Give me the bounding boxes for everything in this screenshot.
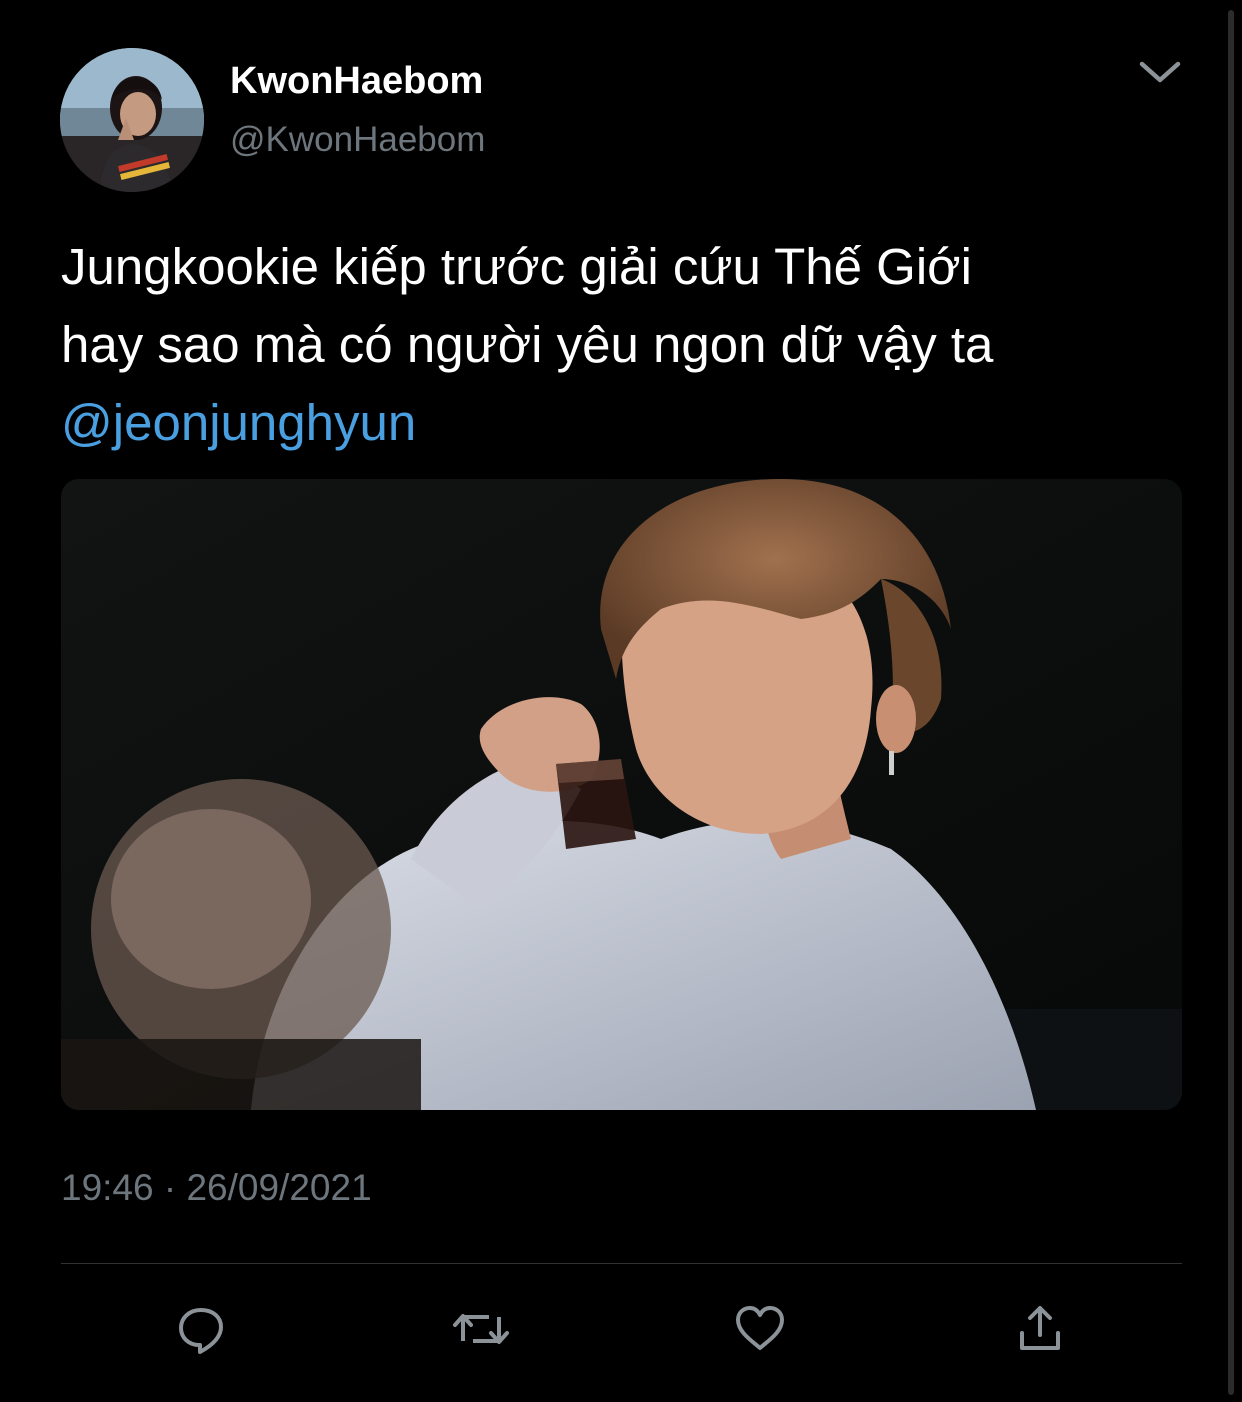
like-button[interactable] xyxy=(725,1294,795,1364)
avatar-photo xyxy=(60,48,204,192)
share-icon xyxy=(1020,1306,1060,1350)
tweet-detail: KwonHaebom @KwonHaebom Jungkookie kiếp t… xyxy=(0,0,1242,1402)
author-display-name[interactable]: KwonHaebom xyxy=(230,58,483,104)
tweet-action-bar xyxy=(61,1294,1182,1364)
tweet-menu-button[interactable] xyxy=(1134,52,1186,92)
tweet-text-line-2: hay sao mà có người yêu ngon dữ vậy ta xyxy=(61,316,994,373)
retweet-icon xyxy=(453,1314,509,1344)
share-button[interactable] xyxy=(1005,1294,1075,1364)
author-handle[interactable]: @KwonHaebom xyxy=(230,118,485,162)
mention-link[interactable]: @jeonjunghyun xyxy=(61,394,416,451)
retweet-button[interactable] xyxy=(446,1294,516,1364)
chevron-down-icon xyxy=(1139,61,1181,83)
divider xyxy=(61,1263,1182,1264)
media-photo xyxy=(61,479,1182,1110)
tweet-media-image[interactable] xyxy=(61,479,1182,1110)
avatar[interactable] xyxy=(60,48,204,192)
reply-icon xyxy=(179,1308,223,1354)
tweet-timestamp[interactable]: 19:46 · 26/09/2021 xyxy=(61,1164,372,1212)
heart-icon xyxy=(736,1306,784,1350)
tweet-text-line-1: Jungkookie kiếp trước giải cứu Thế Giới xyxy=(61,238,972,295)
tweet-text: Jungkookie kiếp trước giải cứu Thế Giới … xyxy=(61,228,1191,462)
reply-button[interactable] xyxy=(166,1294,236,1364)
scrollbar[interactable] xyxy=(1228,10,1234,1395)
